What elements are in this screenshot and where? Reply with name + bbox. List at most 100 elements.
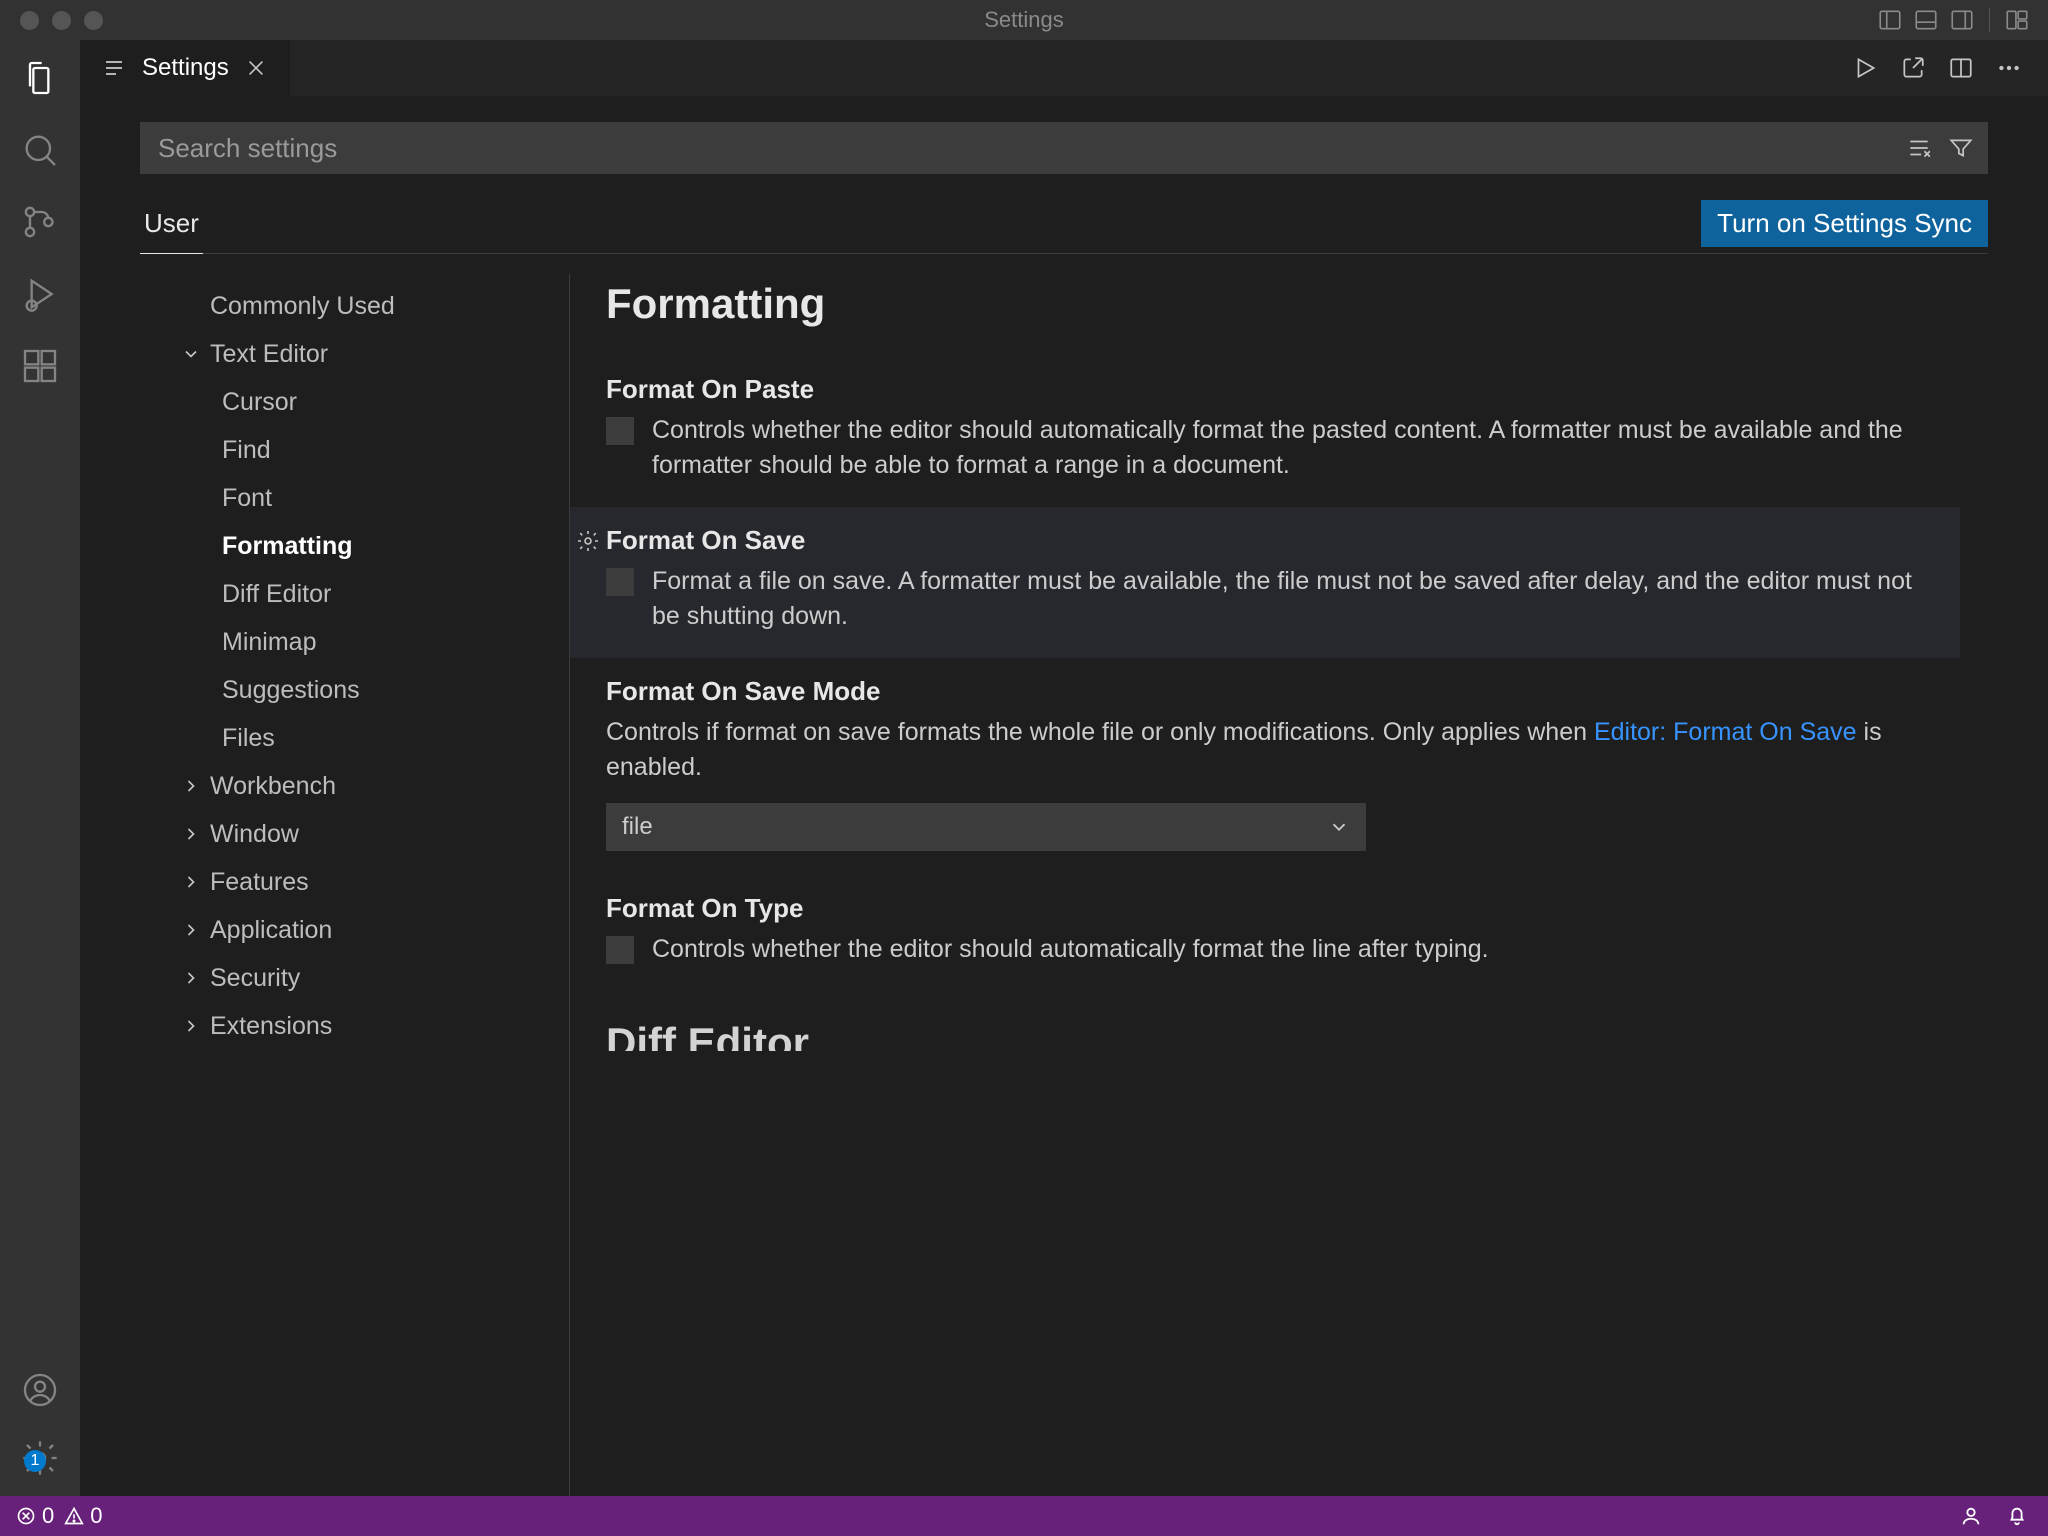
toc-label: Minimap: [222, 628, 316, 657]
scope-tab-user[interactable]: User: [140, 202, 203, 254]
toc-label: Workbench: [210, 772, 336, 801]
toc-workbench[interactable]: Workbench: [140, 762, 569, 810]
close-icon[interactable]: [245, 57, 267, 79]
checkbox-format-on-type[interactable]: [606, 936, 634, 964]
toc-label: Diff Editor: [222, 580, 331, 609]
next-section-title: Diff Editor: [606, 1019, 1952, 1051]
toc-application[interactable]: Application: [140, 906, 569, 954]
activity-source-control-icon[interactable]: [20, 202, 60, 242]
checkbox-format-on-save[interactable]: [606, 568, 634, 596]
select-format-on-save-mode[interactable]: file: [606, 803, 1366, 851]
tab-settings[interactable]: Settings: [80, 40, 290, 96]
toc-find[interactable]: Find: [140, 426, 569, 474]
window-traffic-lights: [0, 11, 103, 30]
tab-label: Settings: [142, 54, 229, 82]
setting-title: Format On Type: [606, 893, 1952, 924]
setting-format-on-save: Format On Save Format a file on save. A …: [570, 507, 1960, 658]
toggle-panel-icon[interactable]: [1913, 7, 1939, 33]
chevron-right-icon: [180, 920, 202, 940]
toc-minimap[interactable]: Minimap: [140, 618, 569, 666]
settings-toc[interactable]: Commonly Used Text Editor Cursor Find Fo…: [140, 274, 570, 1496]
activity-extensions-icon[interactable]: [20, 346, 60, 386]
toc-extensions[interactable]: Extensions: [140, 1002, 569, 1050]
traffic-min[interactable]: [52, 11, 71, 30]
status-warnings-count: 0: [90, 1503, 102, 1529]
chevron-down-icon: [1328, 816, 1350, 838]
toc-label: Commonly Used: [210, 292, 395, 321]
settings-list[interactable]: Formatting Format On Paste Controls whet…: [570, 274, 1988, 1496]
toc-diff-editor[interactable]: Diff Editor: [140, 570, 569, 618]
activity-accounts-icon[interactable]: [20, 1370, 60, 1410]
toc-font[interactable]: Font: [140, 474, 569, 522]
toc-window[interactable]: Window: [140, 810, 569, 858]
search-input[interactable]: [140, 122, 1988, 174]
toc-label: Features: [210, 868, 309, 897]
toc-security[interactable]: Security: [140, 954, 569, 1002]
toc-features[interactable]: Features: [140, 858, 569, 906]
open-json-icon[interactable]: [1900, 55, 1926, 81]
status-warnings[interactable]: 0: [64, 1503, 102, 1529]
manage-badge: 1: [24, 1450, 46, 1472]
status-errors[interactable]: 0: [16, 1503, 54, 1529]
window-title: Settings: [0, 7, 2048, 33]
toc-cursor[interactable]: Cursor: [140, 378, 569, 426]
run-icon[interactable]: [1852, 55, 1878, 81]
toc-label: Extensions: [210, 1012, 332, 1041]
status-bell-icon[interactable]: [2006, 1505, 2028, 1527]
link-editor-format-on-save[interactable]: Editor: Format On Save: [1594, 718, 1857, 746]
status-feedback-icon[interactable]: [1960, 1505, 1982, 1527]
toggle-primary-sidebar-icon[interactable]: [1877, 7, 1903, 33]
chevron-right-icon: [180, 872, 202, 892]
activity-run-debug-icon[interactable]: [20, 274, 60, 314]
gear-icon[interactable]: [576, 529, 600, 553]
filter-icon[interactable]: [1948, 135, 1974, 161]
setting-format-on-paste: Format On Paste Controls whether the edi…: [606, 356, 1952, 507]
toc-text-editor[interactable]: Text Editor: [140, 330, 569, 378]
toc-formatting[interactable]: Formatting: [140, 522, 569, 570]
status-bar: 0 0: [0, 1496, 2048, 1536]
setting-format-on-type: Format On Type Controls whether the edit…: [606, 875, 1952, 991]
chevron-down-icon: [180, 344, 202, 364]
traffic-close[interactable]: [20, 11, 39, 30]
setting-desc: Controls whether the editor should autom…: [652, 413, 1952, 483]
toc-label: Files: [222, 724, 275, 753]
traffic-max[interactable]: [84, 11, 103, 30]
toc-label: Application: [210, 916, 332, 945]
split-editor-icon[interactable]: [1948, 55, 1974, 81]
setting-desc: Format a file on save. A formatter must …: [652, 564, 1940, 634]
editor-tabbar: Settings: [80, 40, 2048, 96]
titlebar: Settings: [0, 0, 2048, 40]
more-actions-icon[interactable]: [1996, 55, 2022, 81]
toc-commonly-used[interactable]: Commonly Used: [140, 282, 569, 330]
settings-sync-button[interactable]: Turn on Settings Sync: [1701, 200, 1988, 247]
toc-label: Font: [222, 484, 272, 513]
activity-explorer-icon[interactable]: [20, 58, 60, 98]
editor-actions: [1852, 40, 2048, 96]
customize-layout-icon[interactable]: [2004, 7, 2030, 33]
select-value: file: [622, 813, 653, 841]
setting-title: Format On Paste: [606, 374, 1952, 405]
toc-label: Suggestions: [222, 676, 360, 705]
settings-list-icon: [102, 56, 126, 80]
chevron-right-icon: [180, 1016, 202, 1036]
chevron-right-icon: [180, 776, 202, 796]
toc-label: Find: [222, 436, 271, 465]
toc-label: Cursor: [222, 388, 297, 417]
toc-label: Text Editor: [210, 340, 328, 369]
clear-search-icon[interactable]: [1906, 135, 1932, 161]
setting-desc: Controls if format on save formats the w…: [606, 715, 1952, 785]
toc-label: Formatting: [222, 532, 353, 561]
section-title: Formatting: [606, 280, 1952, 328]
setting-desc: Controls whether the editor should autom…: [652, 932, 1489, 967]
activity-manage-icon[interactable]: 1: [20, 1438, 60, 1478]
toc-suggestions[interactable]: Suggestions: [140, 666, 569, 714]
activity-search-icon[interactable]: [20, 130, 60, 170]
title-layout-icons: [1877, 7, 2048, 33]
setting-format-on-save-mode: Format On Save Mode Controls if format o…: [606, 658, 1952, 875]
toggle-secondary-sidebar-icon[interactable]: [1949, 7, 1975, 33]
chevron-right-icon: [180, 968, 202, 988]
chevron-right-icon: [180, 824, 202, 844]
toc-files[interactable]: Files: [140, 714, 569, 762]
checkbox-format-on-paste[interactable]: [606, 417, 634, 445]
activity-bar: 1: [0, 40, 80, 1496]
